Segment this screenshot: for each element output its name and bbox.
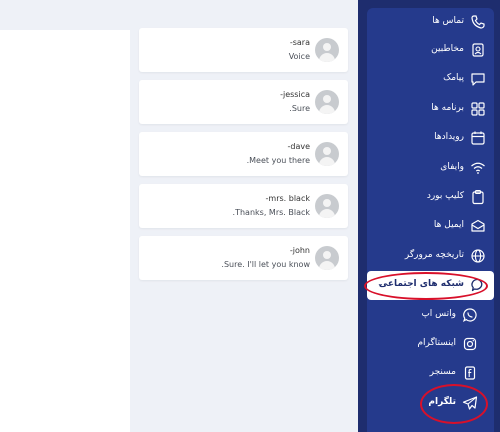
sidebar-item-events[interactable]: رویدادها	[367, 124, 494, 153]
chat-list-item[interactable]: sara- Voice	[139, 28, 348, 72]
message-detail-panel	[0, 30, 130, 432]
sidebar-item-wifi[interactable]: وایفای	[367, 154, 494, 183]
sidebar-item-label: پیامک	[443, 73, 464, 83]
sidebar-item-emails[interactable]: ایمیل ها	[367, 212, 494, 241]
phone-icon	[470, 14, 486, 30]
sidebar-item-label: ایمیل ها	[433, 220, 464, 230]
sidebar-item-calls[interactable]: تماس ها	[367, 8, 494, 37]
message-icon	[470, 71, 486, 87]
last-message: Sure.	[289, 104, 310, 113]
avatar	[315, 38, 339, 62]
last-message: Sure. I'll let you know.	[221, 260, 310, 269]
contact-name: jessica-	[280, 90, 310, 99]
sidebar-item-messenger[interactable]: مسنجر	[367, 359, 494, 388]
globe-icon	[470, 248, 486, 264]
avatar	[315, 142, 339, 166]
sidebar-item-label: برنامه ها	[431, 103, 464, 113]
sidebar-item-label: تماس ها	[432, 16, 464, 26]
sidebar-item-label: رویدادها	[434, 132, 464, 142]
email-icon	[470, 218, 486, 234]
avatar	[315, 246, 339, 270]
sidebar-item-apps[interactable]: برنامه ها	[367, 95, 494, 124]
calendar-icon	[470, 130, 486, 146]
last-message: Thanks, Mrs. Black.	[232, 208, 310, 217]
apps-grid-icon	[470, 101, 486, 117]
avatar	[315, 194, 339, 218]
sidebar-item-instagram[interactable]: اینستاگرام	[367, 330, 494, 359]
chat-list-item[interactable]: dave- Meet you there.	[139, 132, 348, 176]
sidebar-item-browser-history[interactable]: تاریخچه مرورگر	[367, 242, 494, 271]
sidebar-item-label: مسنجر	[429, 367, 456, 377]
last-message: Voice	[288, 52, 310, 61]
sidebar-item-label: کلیپ بورد	[426, 191, 464, 201]
avatar	[315, 90, 339, 114]
sidebar: تماس ها مخاطبین پیامک برنامه ها رویدادها…	[358, 0, 500, 432]
chat-list: sara- Voice jessica- Sure. dave- Meet yo…	[139, 28, 348, 288]
clipboard-icon	[470, 189, 486, 205]
sidebar-item-label: وایفای	[440, 162, 464, 172]
sidebar-item-whatsapp[interactable]: واتس اپ	[367, 301, 494, 330]
contacts-icon	[470, 42, 486, 58]
chat-list-item[interactable]: mrs. black- Thanks, Mrs. Black.	[139, 184, 348, 228]
sidebar-item-label: واتس اپ	[421, 309, 456, 319]
wifi-icon	[470, 160, 486, 176]
contact-name: john-	[289, 246, 310, 255]
sidebar-item-label: تاریخچه مرورگر	[404, 250, 464, 260]
chat-list-item[interactable]: jessica- Sure.	[139, 80, 348, 124]
instagram-icon	[462, 336, 478, 352]
whatsapp-icon	[462, 307, 478, 323]
contact-name: dave-	[287, 142, 310, 151]
sidebar-item-label: اینستاگرام	[417, 338, 456, 348]
messenger-icon	[462, 365, 478, 381]
sidebar-item-contacts[interactable]: مخاطبین	[367, 36, 494, 65]
app-window: sara- Voice jessica- Sure. dave- Meet yo…	[0, 0, 500, 432]
sidebar-item-sms[interactable]: پیامک	[367, 65, 494, 94]
last-message: Meet you there.	[246, 156, 310, 165]
contact-name: sara-	[289, 38, 310, 47]
sidebar-item-label: مخاطبین	[431, 44, 464, 54]
chat-list-item[interactable]: john- Sure. I'll let you know.	[139, 236, 348, 280]
sidebar-item-clipboard[interactable]: کلیپ بورد	[367, 183, 494, 212]
highlight-ring-social	[364, 272, 488, 300]
highlight-ring-telegram	[420, 384, 488, 424]
contact-name: mrs. black-	[265, 194, 310, 203]
